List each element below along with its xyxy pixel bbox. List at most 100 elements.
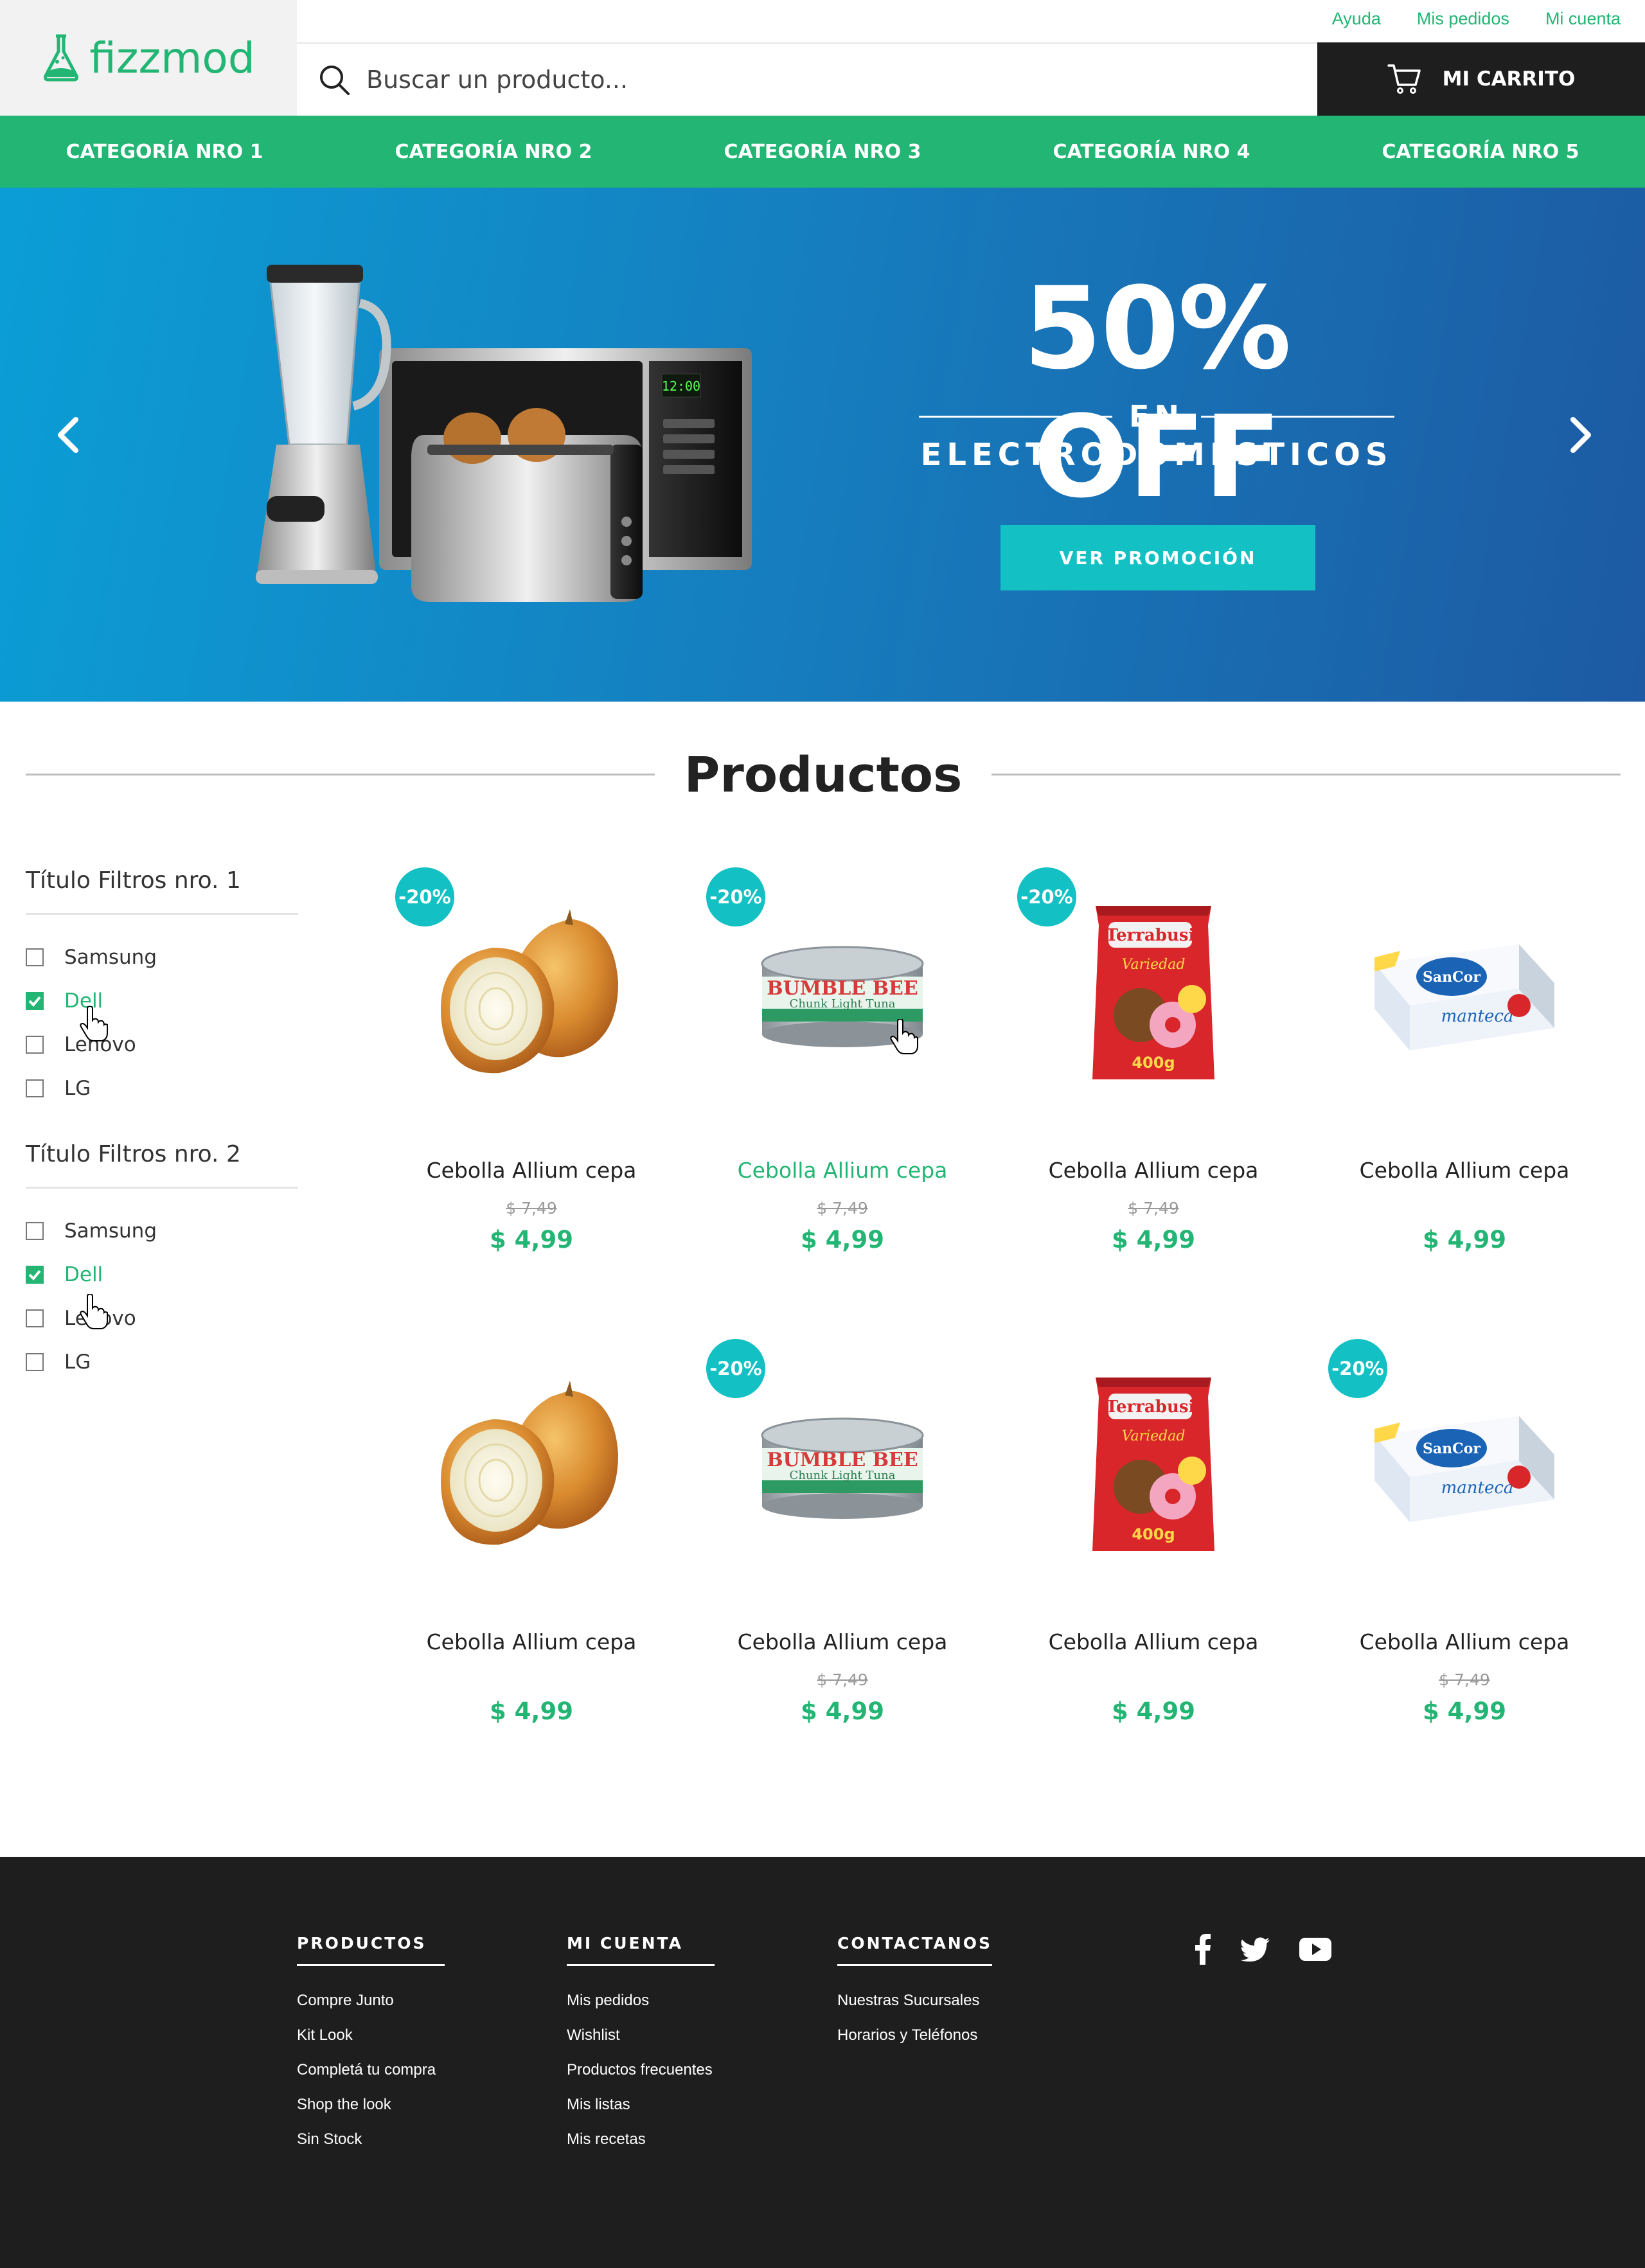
filter-option-label: Samsung: [64, 946, 157, 969]
hero-title: 50% OFF: [1023, 263, 1291, 523]
product-image-tuna-can[interactable]: BUMBLE BEE Chunk Light Tuna: [733, 887, 952, 1105]
checkbox[interactable]: [26, 1353, 44, 1371]
my-orders-link[interactable]: Mis pedidos: [1417, 9, 1509, 35]
help-link[interactable]: Ayuda: [1332, 9, 1381, 35]
filter-group: Título Filtros nro. 1 Samsung Dell Lenov…: [26, 867, 298, 1110]
cart-button[interactable]: MI CARRITO: [1317, 42, 1645, 116]
product-card[interactable]: Cebolla Allium cepa $ 4,99: [376, 1333, 687, 1744]
product-image-butter-box[interactable]: SanCor manteca: [1355, 1358, 1574, 1577]
filter-option[interactable]: Samsung: [26, 935, 298, 979]
product-name[interactable]: Cebolla Allium cepa: [998, 1629, 1309, 1654]
nav-category-3[interactable]: CATEGORÍA NRO 3: [658, 116, 987, 188]
nav-category-4[interactable]: CATEGORÍA NRO 4: [987, 116, 1316, 188]
logo-text: fizzmod: [89, 33, 255, 83]
product-image-cookie-bag[interactable]: Terrabusi Variedad 400g: [1044, 887, 1263, 1105]
filter-option[interactable]: Samsung: [26, 1209, 298, 1253]
search-icon[interactable]: [316, 62, 352, 98]
title-divider-right: [991, 773, 1621, 775]
svg-text:Variedad: Variedad: [1122, 957, 1186, 973]
facebook-icon[interactable]: [1195, 1934, 1211, 1967]
checkbox[interactable]: [26, 948, 44, 966]
site-header: fizzmod Ayuda Mis pedidos Mi cuenta MI C…: [0, 0, 1645, 116]
product-image-butter-box[interactable]: SanCor manteca: [1355, 887, 1574, 1105]
svg-text:Terrabusi: Terrabusi: [1106, 1397, 1195, 1417]
product-name[interactable]: Cebolla Allium cepa: [998, 1158, 1309, 1183]
product-old-price: $ 7,49: [1128, 1199, 1179, 1218]
checkbox[interactable]: [26, 1079, 44, 1097]
footer-link[interactable]: Sin Stock: [297, 2131, 445, 2165]
product-card[interactable]: -20% Cebolla Allium cepa $ 7,49 $ 4,99: [376, 861, 687, 1272]
filter-option-label: Lenovo: [64, 1307, 136, 1330]
logo[interactable]: fizzmod: [0, 0, 297, 116]
check-icon: [28, 1270, 41, 1280]
filter-option[interactable]: LG: [26, 1340, 298, 1384]
svg-text:400g: 400g: [1132, 1525, 1175, 1543]
checkbox[interactable]: [26, 1036, 44, 1054]
filter-option[interactable]: Dell: [26, 979, 298, 1023]
footer-link[interactable]: Shop the look: [297, 2096, 445, 2131]
footer-link[interactable]: Nuestras Sucursales: [837, 1992, 992, 2026]
product-name[interactable]: Cebolla Allium cepa: [376, 1629, 687, 1654]
checkbox[interactable]: [26, 1222, 44, 1240]
footer-link[interactable]: Productos frecuentes: [567, 2061, 715, 2096]
checkbox[interactable]: [26, 1309, 44, 1327]
filter-group-title: Título Filtros nro. 2: [26, 1141, 298, 1189]
svg-text:manteca: manteca: [1441, 1478, 1514, 1498]
product-price: $ 4,99: [1423, 1226, 1506, 1254]
product-name[interactable]: Cebolla Allium cepa: [1309, 1158, 1620, 1183]
search-input[interactable]: [366, 66, 1266, 94]
carousel-prev-arrow[interactable]: [42, 396, 94, 474]
product-old-price: $ 7,49: [1439, 1670, 1490, 1689]
product-name[interactable]: Cebolla Allium cepa: [1309, 1629, 1620, 1654]
my-account-link[interactable]: Mi cuenta: [1545, 9, 1621, 35]
product-card[interactable]: SanCor manteca -20% Cebolla Allium cepa $ …: [1309, 1333, 1620, 1744]
view-promotion-button[interactable]: VER PROMOCIÓN: [1000, 525, 1315, 590]
filter-option[interactable]: Lenovo: [26, 1297, 298, 1340]
appliances-image: 12:00: [256, 265, 752, 602]
filter-group: Título Filtros nro. 2 Samsung Dell Lenov…: [26, 1141, 298, 1384]
footer-link[interactable]: Mis recetas: [567, 2131, 715, 2165]
product-price: $ 4,99: [1112, 1697, 1195, 1725]
product-image-onion[interactable]: [422, 1358, 641, 1577]
twitter-icon[interactable]: [1240, 1937, 1270, 1964]
product-card[interactable]: BUMBLE BEE Chunk Light Tuna -20% Cebolla …: [687, 1333, 998, 1744]
product-price: $ 4,99: [1423, 1697, 1506, 1725]
nav-category-5[interactable]: CATEGORÍA NRO 5: [1316, 116, 1645, 188]
footer-link[interactable]: Compre Junto: [297, 1992, 445, 2026]
product-image-cookie-bag[interactable]: Terrabusi Variedad 400g: [1044, 1358, 1263, 1577]
footer-link[interactable]: Horarios y Teléfonos: [837, 2026, 992, 2061]
filter-option[interactable]: LG: [26, 1067, 298, 1110]
product-image-onion[interactable]: [422, 887, 641, 1105]
hero-subtitle: ELECTRODOMÉSTICOS: [920, 437, 1393, 473]
footer-link[interactable]: Mis listas: [567, 2096, 715, 2131]
product-card[interactable]: Terrabusi Variedad 400g Cebolla Allium c…: [998, 1333, 1309, 1744]
footer-link[interactable]: Wishlist: [567, 2026, 715, 2061]
filter-option-label: LG: [64, 1077, 91, 1100]
checkbox-checked[interactable]: [26, 1266, 44, 1284]
footer-column-mi-cuenta: MI CUENTA Mis pedidos Wishlist Productos…: [567, 1934, 715, 2165]
footer-column-title: CONTACTANOS: [837, 1934, 992, 1966]
svg-text:manteca: manteca: [1441, 1007, 1514, 1026]
nav-category-1[interactable]: CATEGORÍA NRO 1: [0, 116, 329, 188]
nav-category-2[interactable]: CATEGORÍA NRO 2: [329, 116, 658, 188]
product-card[interactable]: Terrabusi Variedad 400g -20% Cebolla Alli…: [998, 861, 1309, 1272]
product-name[interactable]: Cebolla Allium cepa: [376, 1158, 687, 1183]
product-name[interactable]: Cebolla Allium cepa: [687, 1629, 998, 1654]
product-image-tuna-can[interactable]: BUMBLE BEE Chunk Light Tuna: [733, 1358, 952, 1577]
product-card[interactable]: SanCor manteca Cebolla Allium cepa $ 4,99: [1309, 861, 1620, 1272]
carousel-next-arrow[interactable]: [1555, 396, 1606, 474]
footer-column-title: PRODUCTOS: [297, 1934, 445, 1966]
footer-link[interactable]: Mis pedidos: [567, 1992, 715, 2026]
svg-text:Variedad: Variedad: [1122, 1428, 1186, 1444]
footer-link[interactable]: Completá tu compra: [297, 2061, 445, 2096]
footer-link[interactable]: Kit Look: [297, 2026, 445, 2061]
checkbox-checked[interactable]: [26, 992, 44, 1010]
product-name[interactable]: Cebolla Allium cepa: [687, 1158, 998, 1183]
product-card[interactable]: BUMBLE BEE Chunk Light Tuna -20% Cebolla …: [687, 861, 998, 1272]
footer-column-productos: PRODUCTOS Compre Junto Kit Look Completá…: [297, 1934, 445, 2165]
filter-option-label: Dell: [64, 989, 103, 1013]
hero-en: EN: [1129, 399, 1184, 434]
youtube-icon[interactable]: [1299, 1938, 1331, 1963]
filter-option[interactable]: Dell: [26, 1253, 298, 1297]
filter-option[interactable]: Lenovo: [26, 1023, 298, 1067]
